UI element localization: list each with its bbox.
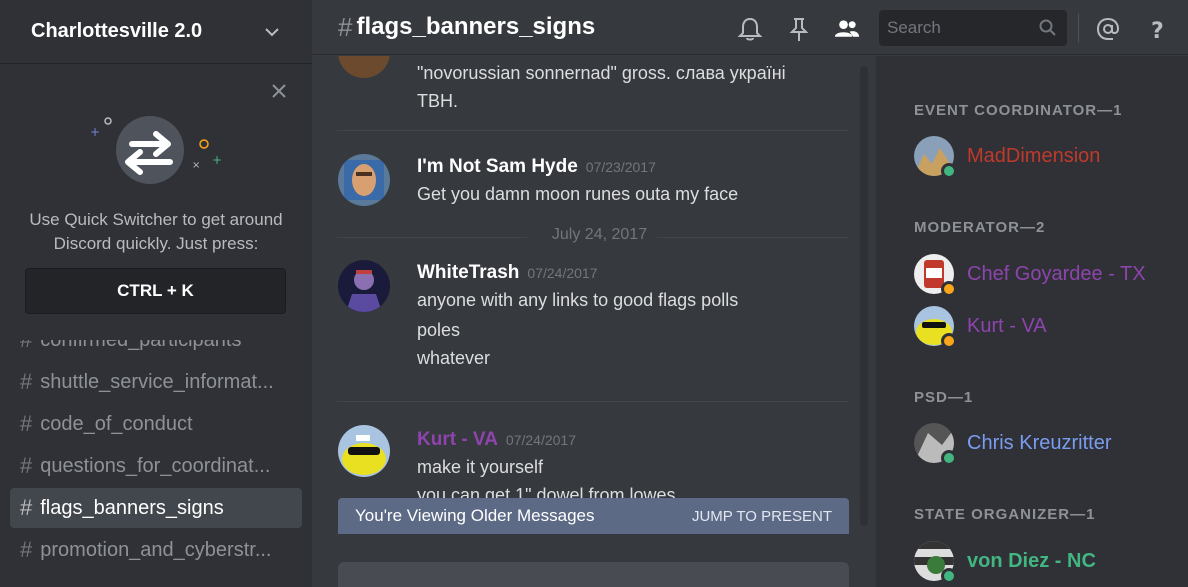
status-idle-icon [941, 333, 957, 349]
member-name: Chris Kreuzritter [967, 431, 1112, 454]
jump-to-present-button[interactable]: JUMP TO PRESENT [692, 508, 832, 525]
members-icon[interactable] [834, 16, 860, 42]
message-input[interactable] [338, 562, 849, 587]
svg-text:?: ? [1151, 19, 1164, 42]
hash-icon: # [20, 369, 33, 394]
member-list: EVENT COORDINATOR—1 MadDimension MODERAT… [876, 56, 1188, 587]
channel-item-code-of-conduct[interactable]: # code_of_conduct [10, 404, 302, 444]
channel-list: #confirmed_participants #shuttle_service… [0, 318, 312, 572]
channel-item-shuttle-service[interactable]: # shuttle_service_informat... [10, 362, 302, 402]
channel-item-promotion[interactable]: # promotion_and_cyberstr... [10, 530, 302, 570]
quick-switcher-icon: + + × [90, 116, 222, 184]
message-content: WhiteTrash 07/24/2017 anyone with any lin… [417, 262, 739, 368]
role-header: MODERATOR—2 [914, 219, 1046, 236]
pin-icon[interactable] [786, 16, 812, 42]
message-divider [337, 130, 849, 131]
hash-icon: # [20, 453, 33, 478]
bell-icon[interactable] [737, 16, 763, 42]
member-item[interactable]: Chris Kreuzritter [914, 423, 1112, 466]
hash-icon: # [20, 495, 33, 520]
chevron-down-icon[interactable] [263, 23, 281, 41]
status-online-icon [941, 568, 957, 584]
channel-item-flags-banners-signs[interactable]: # flags_banners_signs [10, 488, 302, 528]
help-icon[interactable]: ? [1145, 16, 1171, 42]
avatar [914, 423, 957, 466]
avatar [914, 136, 957, 179]
channel-sidebar: Charlottesville 2.0 #confirmed_participa… [0, 0, 312, 587]
status-idle-icon [941, 281, 957, 297]
search-input[interactable]: Search [879, 10, 1067, 46]
message-content: I'm Not Sam Hyde 07/23/2017 Get you damn … [417, 156, 739, 204]
member-name: von Diez - NC [967, 549, 1096, 572]
avatar[interactable] [338, 56, 390, 78]
member-item[interactable]: Chef Goyardee - TX [914, 254, 1146, 297]
avatar-image [338, 260, 390, 312]
close-icon[interactable] [270, 82, 288, 100]
message-author[interactable]: I'm Not Sam Hyde [417, 156, 578, 177]
message-timestamp: 07/24/2017 [505, 432, 576, 448]
message-author[interactable]: WhiteTrash [417, 262, 519, 283]
channel-title: # flags_banners_signs [338, 11, 596, 42]
message-scrollbar[interactable] [860, 66, 868, 526]
member-name: MadDimension [967, 144, 1101, 167]
svg-text:×: × [192, 160, 200, 171]
keyboard-shortcut: CTRL + K [25, 268, 286, 314]
message-timestamp: 07/23/2017 [585, 159, 656, 175]
avatar[interactable] [338, 154, 390, 206]
avatar[interactable] [338, 260, 390, 312]
chat-header: # flags_banners_signs Search ? [312, 0, 1188, 55]
status-online-icon [941, 450, 957, 466]
mention-icon[interactable] [1095, 16, 1121, 42]
message-timestamp: 07/24/2017 [527, 265, 598, 281]
avatar[interactable] [338, 425, 390, 477]
message-content: "novorussian sonnernad" gross. слава укр… [417, 63, 786, 111]
avatar-image [338, 154, 390, 206]
svg-text:+: + [212, 153, 222, 167]
server-name: Charlottesville 2.0 [31, 20, 203, 42]
header-divider [1078, 14, 1079, 42]
older-messages-bar: You're Viewing Older Messages JUMP TO PR… [338, 498, 849, 534]
older-messages-text: You're Viewing Older Messages [355, 506, 595, 525]
server-header[interactable]: Charlottesville 2.0 [0, 0, 312, 64]
message-divider [337, 401, 849, 402]
status-online-icon [941, 163, 957, 179]
member-item[interactable]: von Diez - NC [914, 541, 1096, 584]
member-item[interactable]: MadDimension [914, 136, 1101, 179]
avatar [914, 254, 957, 297]
svg-text:+: + [90, 125, 100, 139]
role-header: STATE ORGANIZER—1 [914, 506, 1096, 523]
channel-item-questions[interactable]: # questions_for_coordinat... [10, 446, 302, 486]
member-name: Chef Goyardee - TX [967, 262, 1146, 285]
date-divider: July 24, 2017 [551, 226, 648, 243]
hash-icon: # [338, 11, 353, 42]
search-icon [1039, 19, 1056, 36]
date-divider-line [337, 237, 527, 238]
member-name: Kurt - VA [967, 314, 1047, 337]
member-item[interactable]: Kurt - VA [914, 306, 1047, 349]
avatar [914, 306, 957, 349]
role-header: EVENT COORDINATOR—1 [914, 102, 1123, 119]
avatar-image [338, 425, 390, 477]
message-content: Kurt - VA 07/24/2017 make it yourself you… [417, 429, 676, 505]
date-divider-line [657, 237, 849, 238]
quick-switcher-text: Use Quick Switcher to get around Discord… [29, 210, 283, 253]
hash-icon: # [20, 537, 33, 562]
message-list: "novorussian sonnernad" gross. слава укр… [312, 56, 864, 506]
hash-icon: # [20, 411, 33, 436]
message-author[interactable]: Kurt - VA [417, 429, 498, 450]
role-header: PSD—1 [914, 389, 974, 406]
quick-switcher-popup: + + × Use Quick Switcher to get around D… [0, 64, 312, 340]
avatar [914, 541, 957, 584]
